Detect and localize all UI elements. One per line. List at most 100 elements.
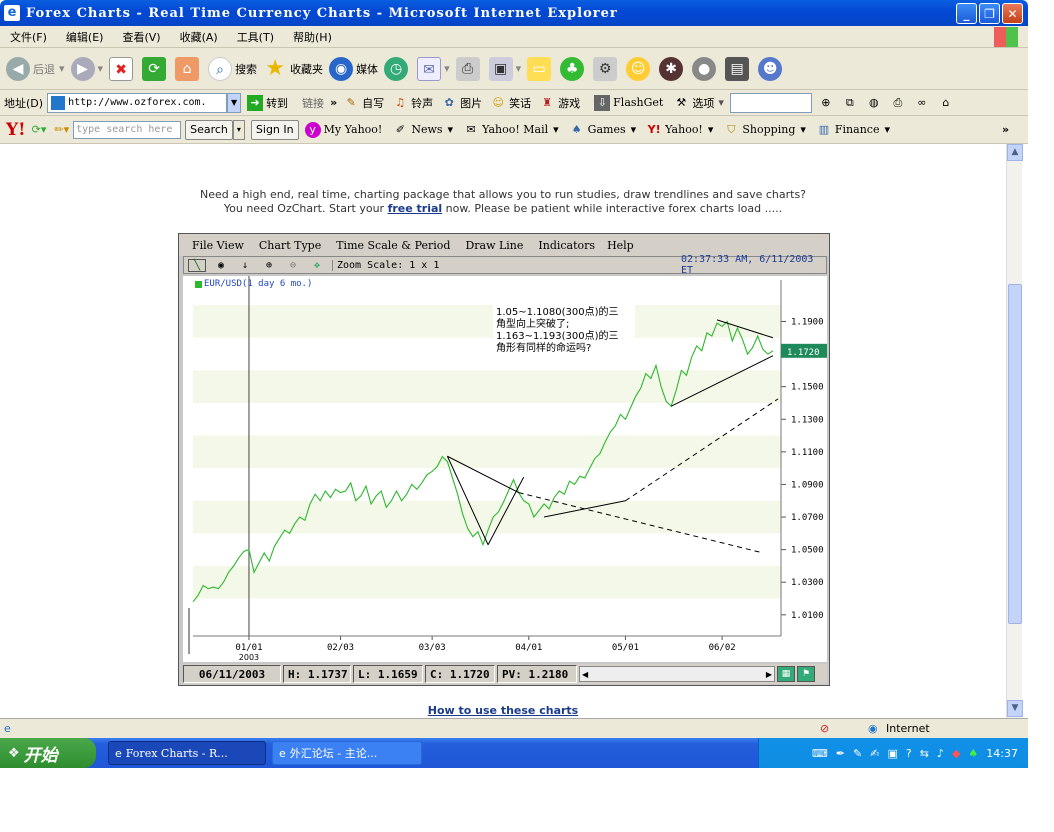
links-label[interactable]: 链接: [302, 95, 324, 111]
tray-box-icon[interactable]: ▣: [887, 747, 897, 760]
my-yahoo-link[interactable]: y My Yahoo!: [304, 121, 382, 138]
yahoo-search-dropdown[interactable]: ▾: [232, 119, 245, 140]
home-small-icon[interactable]: ⌂: [938, 95, 954, 111]
link-tupian[interactable]: ✿ 图片: [441, 95, 483, 111]
minimize-button[interactable]: _: [956, 3, 977, 24]
network-icon[interactable]: ⇆: [920, 747, 929, 760]
print-button[interactable]: ⎙: [455, 56, 483, 81]
camera-icon[interactable]: ◍: [866, 95, 882, 111]
back-button[interactable]: ◀ 后退 ▾: [6, 56, 65, 81]
chart-hscroll[interactable]: ◀ ▶: [579, 666, 775, 682]
tray-edit-icon[interactable]: ✍: [870, 747, 879, 760]
archive-button[interactable]: ▤: [725, 56, 752, 81]
toolbar-search-input[interactable]: [729, 92, 812, 113]
more-chevron-icon[interactable]: »: [1002, 123, 1009, 136]
search-button[interactable]: ⌕ 搜索: [208, 56, 257, 81]
links-chevron-icon[interactable]: »: [330, 96, 337, 109]
media-button[interactable]: ◉ 媒体: [329, 56, 378, 81]
zoom-out-icon[interactable]: ⊖: [284, 260, 302, 271]
down-arrow-tool-icon[interactable]: ↓: [236, 260, 254, 271]
go-button[interactable]: ➜ 转到: [247, 94, 288, 111]
link-chain-icon[interactable]: ∞: [914, 95, 930, 111]
popup-blocked-icon[interactable]: ⊘: [820, 722, 829, 735]
applet-menu-indicators[interactable]: Indicators: [538, 239, 595, 252]
link-lingsheng[interactable]: ♫ 铃声: [392, 95, 433, 111]
print-small-icon[interactable]: ⎙: [890, 95, 906, 111]
yahoo-logo-icon[interactable]: Y!: [6, 120, 26, 140]
menu-edit[interactable]: 编辑(E): [66, 29, 104, 45]
messenger-button[interactable]: ♣: [560, 56, 587, 81]
mail-button[interactable]: ✉ ▾: [417, 56, 450, 81]
sign-in-button[interactable]: Sign In: [250, 119, 299, 140]
history-button[interactable]: ◷: [384, 56, 411, 81]
link-youxi[interactable]: ♜ 游戏: [539, 95, 580, 111]
chart-settings-button[interactable]: ⚑: [797, 666, 815, 682]
menu-tools[interactable]: 工具(T): [237, 29, 274, 45]
applet-menu-help[interactable]: Help: [607, 239, 634, 252]
stop-button[interactable]: ✖: [109, 56, 136, 81]
magnifier-icon[interactable]: ⊕: [818, 95, 834, 111]
games-link[interactable]: ♠ Games ▾: [569, 122, 636, 138]
applet-menu-time-scale[interactable]: Time Scale & Period: [336, 239, 450, 252]
how-to-link[interactable]: How to use these charts: [0, 704, 1006, 717]
task-forum[interactable]: e 外汇论坛 - 主论...: [272, 741, 422, 765]
favorites-button[interactable]: ★ 收藏夹: [263, 56, 323, 81]
scroll-down-icon[interactable]: ▼: [1007, 700, 1023, 717]
window-icon[interactable]: ⧉: [842, 95, 858, 111]
chart-layout-button[interactable]: ▦: [777, 666, 795, 682]
maximize-button[interactable]: ❐: [979, 3, 1000, 24]
yahoo-search-input[interactable]: type search here: [73, 120, 182, 139]
applet-menu-file-view[interactable]: File View: [192, 239, 244, 252]
start-button[interactable]: ❖ 开始: [0, 738, 96, 768]
options-button[interactable]: ⚒ 选项 ▾: [673, 95, 723, 111]
menu-view[interactable]: 查看(V): [122, 29, 160, 45]
link-xiaohua[interactable]: ☺ 笑话: [490, 95, 531, 111]
scroll-thumb[interactable]: [1008, 284, 1022, 624]
applet-menu-chart-type[interactable]: Chart Type: [259, 239, 321, 252]
crosshair-tool-icon[interactable]: ◉: [212, 260, 230, 271]
antivirus-icon[interactable]: ◆: [952, 747, 960, 760]
yahoo-pencil-icon[interactable]: ✏▾: [54, 123, 69, 136]
menu-favorites[interactable]: 收藏(A): [180, 29, 218, 45]
news-link[interactable]: ✐ News ▾: [392, 122, 453, 138]
finance-link[interactable]: ▥ Finance ▾: [816, 122, 890, 138]
chat-button[interactable]: ●: [692, 56, 719, 81]
pan-tool-icon[interactable]: ✥: [308, 260, 326, 271]
qq-button[interactable]: ☺: [626, 56, 653, 81]
scroll-up-icon[interactable]: ▲: [1007, 144, 1023, 161]
shopping-link[interactable]: ⛉ Shopping ▾: [723, 122, 806, 138]
yahoo-refresh-icon[interactable]: ⟳▾: [32, 123, 47, 136]
yahoo-mail-link[interactable]: ✉ Yahoo! Mail ▾: [463, 122, 558, 138]
flashget-button[interactable]: ⇩ FlashGet: [594, 94, 663, 111]
yahoo-search-button[interactable]: Search: [185, 119, 233, 140]
tools-button[interactable]: ⚙: [593, 56, 620, 81]
yahoo-link[interactable]: Y! Yahoo! ▾: [646, 122, 714, 138]
close-button[interactable]: ✕: [1002, 3, 1023, 24]
refresh-button[interactable]: ⟳: [142, 56, 169, 81]
free-trial-link[interactable]: free trial: [388, 202, 443, 215]
task-forex-charts[interactable]: e Forex Charts - R...: [108, 741, 266, 765]
volume-icon[interactable]: ♪: [937, 747, 944, 760]
forward-button[interactable]: ▶ ▾: [70, 56, 103, 81]
home-button[interactable]: ⌂: [175, 56, 202, 81]
tray-shield-icon[interactable]: ♠: [968, 747, 978, 760]
edit-button[interactable]: ▣ ▾: [488, 56, 521, 81]
users-button[interactable]: ☻: [758, 56, 785, 81]
address-input[interactable]: http://www.ozforex.com.: [47, 92, 228, 113]
discuss-button[interactable]: ▭: [527, 56, 554, 81]
link-zixie[interactable]: ✎ 自写: [343, 95, 385, 111]
ime-icon[interactable]: ✎: [853, 747, 862, 760]
scroll-left-icon[interactable]: ◀: [582, 670, 588, 679]
bug-button[interactable]: ✱: [659, 56, 686, 81]
keyboard-icon[interactable]: ⌨: [812, 747, 828, 760]
page-scrollbar[interactable]: ▲ ▼: [1006, 144, 1023, 718]
draw-line-tool-icon[interactable]: ╲: [188, 258, 206, 272]
address-dropdown-button[interactable]: ▼: [227, 92, 242, 113]
pen-icon[interactable]: ✒: [836, 747, 845, 760]
menu-file[interactable]: 文件(F): [10, 29, 47, 45]
scroll-right-icon[interactable]: ▶: [766, 670, 772, 679]
tray-help-icon[interactable]: ?: [906, 747, 912, 760]
zoom-in-icon[interactable]: ⊕: [260, 260, 278, 271]
applet-menu-draw-line[interactable]: Draw Line: [465, 239, 523, 252]
menu-help[interactable]: 帮助(H): [293, 29, 332, 45]
